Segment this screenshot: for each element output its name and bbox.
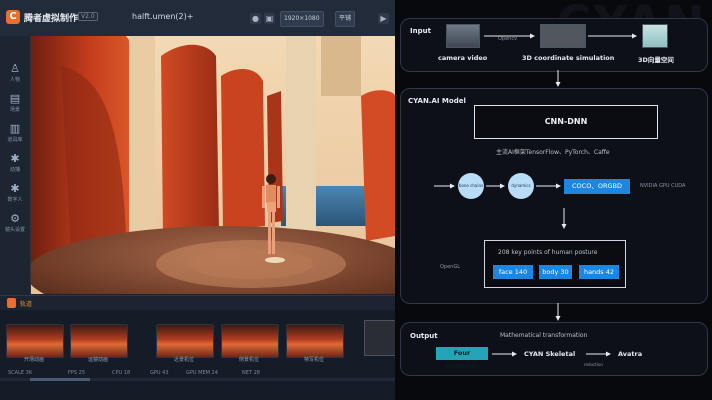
diagram-arrows: [434, 33, 637, 357]
record-icon[interactable]: ●: [250, 13, 261, 24]
person-icon: ♙: [10, 62, 20, 75]
timeline-label: 轨道: [20, 301, 33, 308]
sidebar-item-person[interactable]: ♙ 人物: [0, 60, 30, 88]
document-title: halft.umen(2)+: [132, 12, 194, 21]
sidebar: ♙ 人物 ▤ 场景 ▥ 道具库 ✱ 动捕 ✱ 数字人 ⚙ 镜头设置: [0, 36, 31, 296]
timeline-clip[interactable]: [70, 324, 128, 358]
sidebar-item-label: 人物: [9, 77, 20, 83]
layout-select[interactable]: 平铺: [335, 11, 356, 27]
status-label: NET: [242, 370, 252, 376]
sidebar-item-digital-human[interactable]: ✱ 数字人: [0, 180, 30, 208]
digital-human-icon: ✱: [10, 182, 20, 195]
props-icon: ▥: [9, 122, 21, 135]
sidebar-item-scene[interactable]: ▤ 场景: [0, 90, 30, 118]
status-value: 28: [253, 370, 260, 376]
camera-settings-icon: ⚙: [10, 212, 20, 225]
virtual-production-app: C 腾者虚拟制作 V2.0 halft.umen(2)+ ● ▣ 1920×10…: [0, 0, 395, 400]
sidebar-item-label: 动捕: [9, 167, 20, 173]
clip-label: 运镜动画: [87, 357, 108, 363]
timeline-panel: 轨道 开场动画 运镜动画 近景机位 侧景机位 特写机位 SCALE 36 FPS…: [0, 295, 395, 400]
sidebar-item-label: 数字人: [7, 197, 23, 203]
status-bar: SCALE 36 FPS 25 CPU 18 GPU 43 GPU MEM 24…: [0, 368, 395, 378]
scene-icon: ▤: [9, 92, 21, 105]
status-label: GPU MEM: [186, 370, 210, 376]
track-icon: [7, 298, 16, 308]
app-title: 腾者虚拟制作: [24, 14, 79, 24]
resolution-select[interactable]: 1920×1080: [280, 11, 324, 27]
clip-label: 近景机位: [173, 357, 194, 363]
title-bar: C 腾者虚拟制作 V2.0 halft.umen(2)+ ● ▣ 1920×10…: [0, 0, 395, 37]
timeline-clip[interactable]: [156, 324, 214, 358]
timeline-header: 轨道: [0, 296, 395, 310]
clip-label: 特写机位: [303, 357, 324, 363]
status-value: 36: [25, 370, 32, 376]
status-value: 18: [123, 370, 131, 376]
timeline-scroll-thumb[interactable]: [30, 378, 90, 381]
sidebar-item-label: 道具库: [7, 137, 23, 143]
sidebar-item-label: 镜头设置: [4, 227, 25, 233]
camera-icon[interactable]: ▶: [378, 13, 389, 24]
rendered-3d-scene: [31, 36, 395, 294]
status-value: 25: [78, 370, 86, 376]
status-label: SCALE: [8, 370, 25, 376]
status-label: CPU: [112, 370, 123, 376]
scene-viewport[interactable]: [31, 36, 395, 294]
app-logo: C: [6, 10, 20, 24]
camera-preview-thumbnail[interactable]: [364, 320, 395, 356]
clip-label: 开场动画: [23, 357, 44, 363]
architecture-diagram: CYAN Input camera video Opencv 3D coordi…: [396, 0, 712, 400]
app-version-badge: V2.0: [78, 12, 98, 21]
sidebar-item-camera-settings[interactable]: ⚙ 镜头设置: [0, 210, 30, 238]
clip-label: 侧景机位: [238, 357, 259, 363]
timeline-clip[interactable]: [221, 324, 279, 358]
status-label: FPS: [68, 370, 78, 376]
sidebar-item-label: 场景: [9, 107, 20, 113]
status-value: 43: [162, 370, 169, 376]
status-label: GPU: [150, 370, 161, 376]
save-icon[interactable]: ▣: [264, 13, 275, 24]
sidebar-item-props[interactable]: ▥ 道具库: [0, 120, 30, 148]
sidebar-item-mocap[interactable]: ✱ 动捕: [0, 150, 30, 178]
timeline-clip[interactable]: [6, 324, 64, 358]
mocap-icon: ✱: [10, 152, 20, 165]
timeline-clip[interactable]: [286, 324, 344, 358]
status-value: 24: [211, 370, 218, 376]
